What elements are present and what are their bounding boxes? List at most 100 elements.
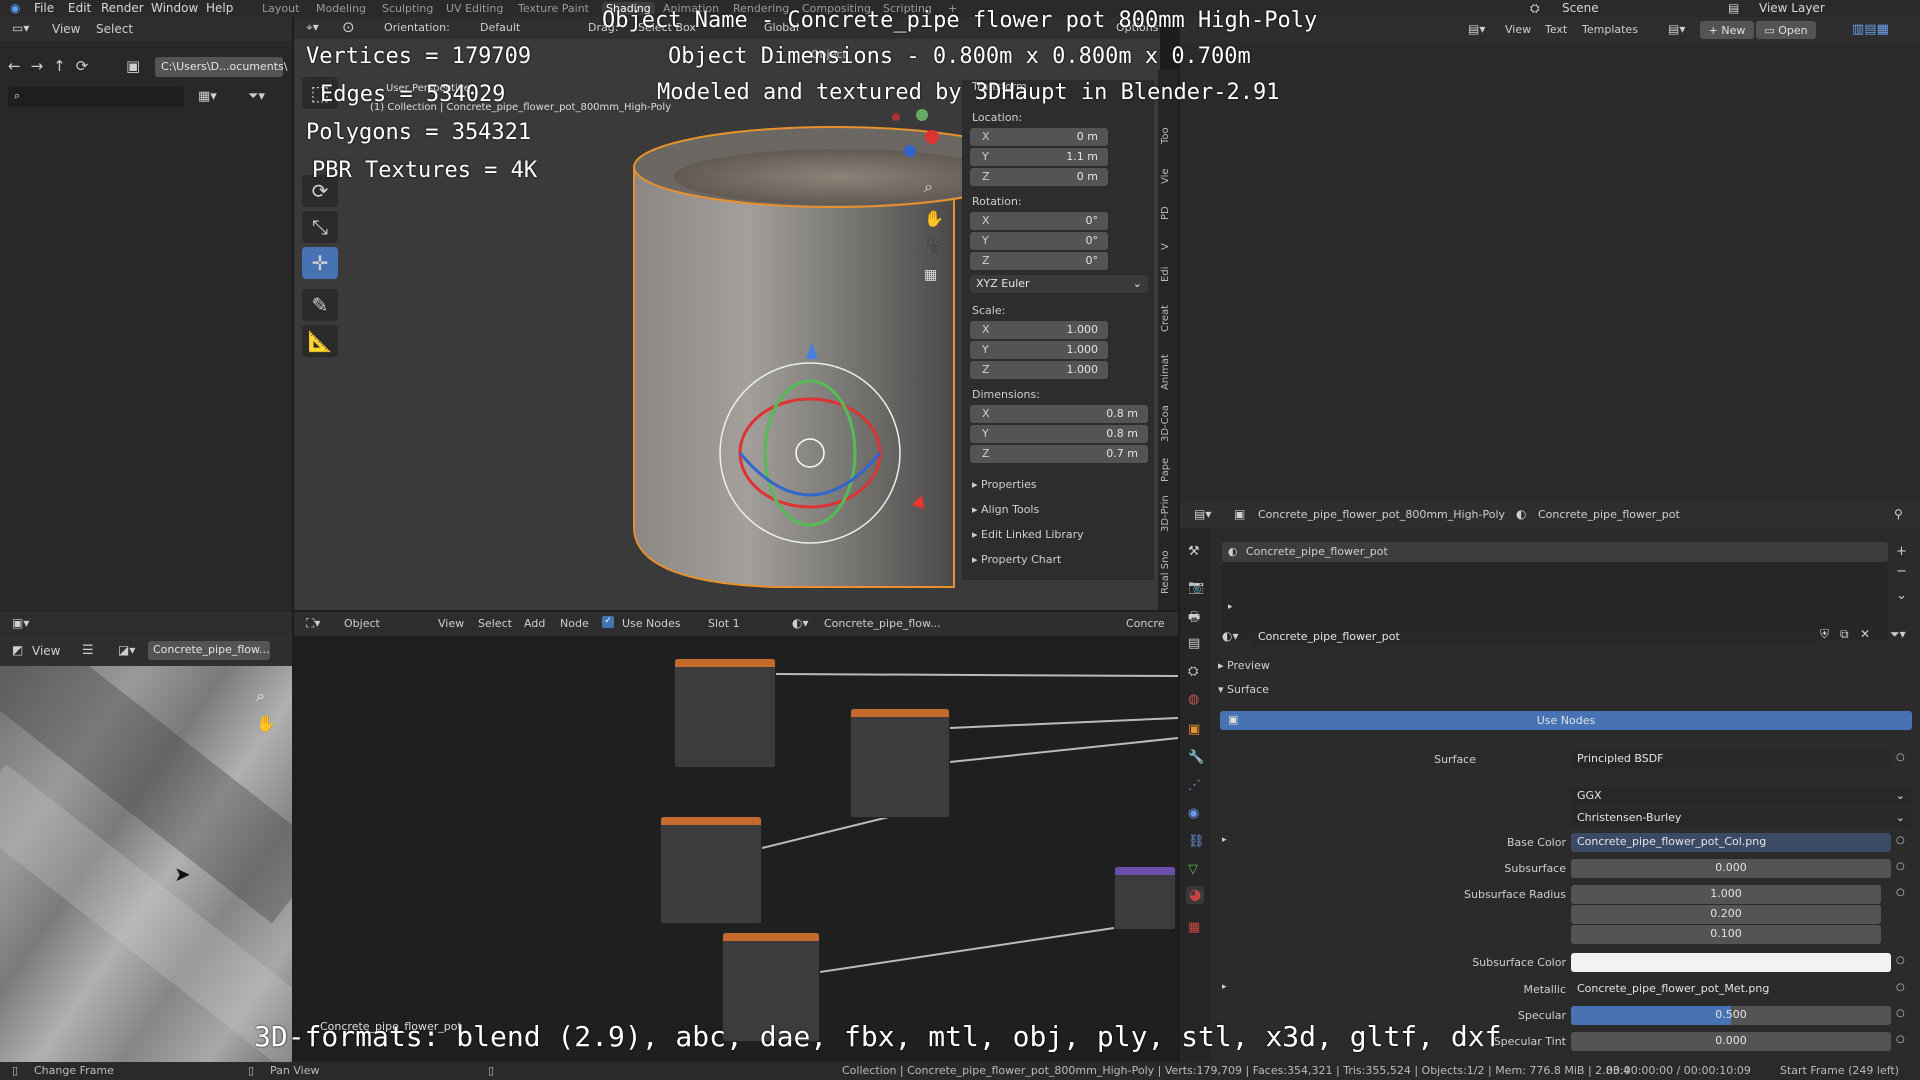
node-editor[interactable]: ⛶▾ Object View Select Add Node ✓ Use Nod… (294, 612, 1178, 1062)
image-texture-node-roughness[interactable] (660, 816, 762, 924)
socket-dot-icon[interactable]: ○ (1896, 835, 1905, 846)
subsurface-radius-z[interactable]: 0.100 (1571, 925, 1881, 944)
file-path-field[interactable]: C:\Users\D...ocuments\ (155, 57, 288, 77)
side-tab-create[interactable]: Creat (1160, 305, 1171, 332)
file-browser-menu-view[interactable]: View (52, 22, 80, 36)
workspace-tab-layout[interactable]: Layout (262, 2, 299, 15)
scene-icon[interactable]: ⛭ (1530, 1, 1540, 16)
image-texture-node-color[interactable] (674, 658, 776, 768)
dimension-x-field[interactable]: X 0.8 m (970, 405, 1148, 423)
subsurface-color-swatch[interactable] (1571, 953, 1891, 972)
new-folder-icon[interactable]: ▣ (126, 57, 140, 75)
render-tab-icon[interactable]: 📷 (1188, 580, 1204, 595)
panel-align-tools[interactable]: ▸ Align Tools (972, 503, 1039, 516)
text-menu-text[interactable]: Text (1545, 23, 1567, 36)
distribution-dropdown[interactable]: GGX ⌄ (1571, 787, 1911, 806)
location-x-field[interactable]: X 0 m (970, 128, 1108, 146)
image-mode-icon[interactable]: ◩ (12, 643, 23, 657)
material-tab-icon[interactable]: ◕ (1186, 886, 1205, 904)
specular-tint-field[interactable]: 0.000 (1571, 1032, 1891, 1051)
tool-tab-icon[interactable]: ⚒ (1188, 544, 1200, 559)
image-browse-icon[interactable]: ◪▾ (118, 643, 135, 657)
blender-logo-icon[interactable]: ◉ (10, 1, 20, 15)
properties-type-icon[interactable]: ▤▾ (1194, 507, 1211, 521)
workspace-tab-modeling[interactable]: Modeling (316, 2, 366, 15)
workspace-tab-sculpting[interactable]: Sculpting (382, 2, 433, 15)
expand-base-color-icon[interactable]: ▸ (1222, 835, 1227, 845)
socket-dot-icon[interactable]: ○ (1896, 1034, 1905, 1045)
rotation-y-field[interactable]: Y 0° (970, 232, 1108, 250)
add-slot-icon[interactable]: + (1896, 544, 1907, 559)
texture-tab-icon[interactable]: ▦ (1188, 920, 1200, 935)
pot-body[interactable] (633, 166, 955, 588)
socket-dot-icon[interactable]: ○ (1896, 982, 1905, 993)
node-material-field[interactable]: Concrete_pipe_flow... (824, 617, 940, 630)
surface-section[interactable]: ▾ Surface (1218, 683, 1269, 696)
data-tab-icon[interactable]: ▽ (1188, 862, 1198, 877)
viewport-pan-icon[interactable]: ✋ (924, 209, 944, 228)
rotation-z-field[interactable]: Z 0° (970, 252, 1108, 270)
node-editor-type-icon[interactable]: ⛶▾ (306, 616, 320, 631)
scene-tab-icon[interactable]: ⛭ (1188, 664, 1198, 679)
preview-section[interactable]: ▸ Preview (1218, 659, 1270, 672)
normal-map-node[interactable] (1114, 866, 1176, 930)
viewport-zoom-icon[interactable]: ⌕ (924, 177, 933, 197)
nav-gizmo-x[interactable] (925, 130, 939, 144)
file-browser-menu-select[interactable]: Select (96, 22, 133, 36)
image-texture-node-metallic[interactable] (850, 708, 950, 818)
menu-window[interactable]: Window (151, 1, 198, 15)
file-nav-buttons[interactable]: ←→↑⟳ (8, 57, 98, 75)
filter-icon[interactable]: ⏷▾ (1890, 627, 1906, 642)
particles-tab-icon[interactable]: ⋰ (1188, 778, 1201, 793)
side-tab-real-snow[interactable]: Real Sno (1160, 550, 1171, 594)
view-layer-icon[interactable]: ▤ (1728, 1, 1739, 15)
side-tab-animation[interactable]: Animat (1160, 354, 1171, 390)
side-tab-paper[interactable]: Pape (1160, 458, 1171, 482)
rotation-x-field[interactable]: X 0° (970, 212, 1108, 230)
node-menu-view[interactable]: View (438, 617, 464, 630)
scale-x-field[interactable]: X 1.000 (970, 321, 1108, 339)
dimension-y-field[interactable]: Y 0.8 m (970, 425, 1148, 443)
pan-hand-icon[interactable]: ✋ (256, 714, 276, 733)
filter-icon[interactable]: ⏷▾ (248, 89, 265, 104)
side-tab-view[interactable]: Vie (1160, 168, 1171, 184)
slot-menu-icon[interactable]: ⌄ (1896, 588, 1907, 603)
view-layer-name[interactable]: View Layer (1759, 1, 1825, 15)
side-tab-3d-coat[interactable]: 3D-Coa (1160, 405, 1171, 442)
scale-z-field[interactable]: Z 1.000 (970, 361, 1108, 379)
view-layout-icons[interactable]: ▥▤▦ (1852, 22, 1889, 37)
fake-user-icon[interactable]: ⛨ (1820, 627, 1829, 642)
open-text-button[interactable]: ▭ Open (1756, 21, 1816, 39)
world-tab-icon[interactable]: ◍ (1188, 692, 1199, 707)
node-menu-select[interactable]: Select (478, 617, 512, 630)
display-mode-icon[interactable]: ▦▾ (198, 89, 217, 104)
node-object-dropdown[interactable]: Object (344, 617, 380, 630)
use-nodes-button[interactable]: ▣ Use Nodes (1220, 711, 1912, 730)
new-text-button[interactable]: + New (1700, 21, 1754, 39)
text-editor[interactable]: ▤▾ View Text Templates ▤▾ + New ▭ Open ▥… (1180, 17, 1920, 502)
view-layer-tab-icon[interactable]: ▤ (1188, 636, 1200, 651)
side-tab-tool[interactable]: Too (1160, 127, 1171, 144)
modifier-tab-icon[interactable]: 🔧 (1188, 750, 1204, 765)
hamburger-menu-icon[interactable]: ☰ (82, 643, 94, 658)
remove-slot-icon[interactable]: − (1896, 564, 1907, 579)
side-tab-pd[interactable]: PD (1160, 206, 1171, 220)
object-tab-icon[interactable]: ▣ (1188, 722, 1200, 737)
expand-icon[interactable]: ▸ (1228, 602, 1233, 612)
dimension-z-field[interactable]: Z 0.7 m (970, 445, 1148, 463)
texture-preview-image[interactable]: ⌕ ✋ (0, 666, 292, 1062)
socket-dot-icon[interactable]: ○ (1896, 752, 1905, 763)
side-tab-edit[interactable]: Edi (1160, 267, 1171, 282)
image-view-menu[interactable]: View (32, 644, 60, 658)
panel-edit-linked-library[interactable]: ▸ Edit Linked Library (972, 528, 1084, 541)
location-z-field[interactable]: Z 0 m (970, 168, 1108, 186)
duplicate-material-icon[interactable]: ⧉ (1840, 627, 1849, 642)
workspace-tab-uv-editing[interactable]: UV Editing (446, 2, 503, 15)
rotation-mode-dropdown[interactable]: XYZ Euler ⌄ (970, 275, 1148, 293)
surface-shader-field[interactable]: Principled BSDF (1571, 750, 1891, 769)
subsurface-radius-x[interactable]: 1.000 (1571, 885, 1881, 904)
expand-metallic-icon[interactable]: ▸ (1222, 982, 1227, 992)
material-browse-icon[interactable]: ◐▾ (792, 616, 809, 630)
text-menu-templates[interactable]: Templates (1582, 23, 1638, 36)
node-menu-node[interactable]: Node (560, 617, 589, 630)
